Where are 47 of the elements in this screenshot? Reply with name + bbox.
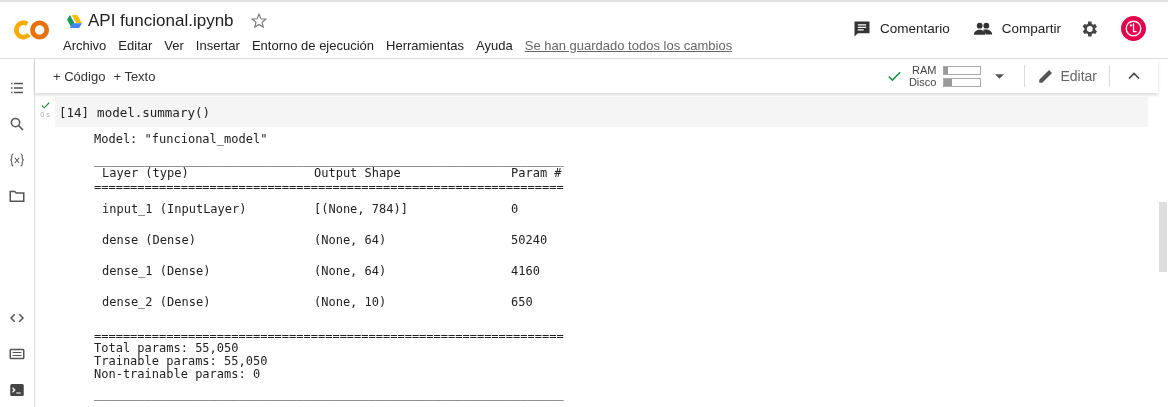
terminal-icon[interactable] (8, 381, 26, 399)
dropdown-icon[interactable] (995, 73, 1005, 79)
save-status-link[interactable]: Se han guardado todos los cambios (524, 38, 733, 53)
table-cell-text: input_1 (InputLayer) (102, 200, 248, 218)
output-line: Non-trainable params: 0 (94, 367, 261, 381)
table-cell-text: (None, 10) (314, 293, 388, 311)
menu-item[interactable]: Ver (164, 38, 184, 53)
scrollbar-thumb[interactable] (1159, 202, 1167, 272)
output-line: Model: "funcional_model" (94, 133, 269, 146)
table-cell-text: 0 (511, 200, 519, 218)
notebook-title[interactable]: API funcional.ipynb (88, 11, 234, 31)
output-rule: ================================================================= (94, 181, 565, 194)
share-button[interactable]: Compartir (971, 16, 1061, 41)
menu-item[interactable]: Entorno de ejecución (251, 38, 375, 53)
execution-count: [14] (59, 104, 90, 120)
add-text-button[interactable]: + Texto (109, 65, 160, 87)
table-cell-text: dense_2 (Dense) (102, 293, 212, 311)
table-cell-text: [(None, 784)] (314, 200, 409, 218)
output-rule: ================================================================= (94, 329, 565, 343)
logo-icon[interactable] (13, 18, 51, 42)
comment-button[interactable]: Comentario (851, 16, 950, 41)
disk-label: Disco (908, 76, 937, 88)
edit-button[interactable]: Editar (1033, 64, 1101, 88)
output-line: Trainable params: 55,050 (94, 354, 269, 368)
menu-item[interactable]: Archivo (63, 38, 107, 53)
output-rule: _________________________________________________________________ (94, 153, 565, 167)
drive-icon (67, 14, 82, 28)
ram-label: RAM (910, 64, 937, 76)
table-cell-text: 50240 (511, 231, 548, 249)
star-icon[interactable] (249, 12, 268, 30)
menu-item[interactable]: Ayuda (476, 38, 513, 53)
search-icon[interactable] (8, 115, 26, 133)
menu-item[interactable]: Editar (118, 38, 153, 53)
output-line: Total params: 55,050 (94, 342, 240, 355)
table-cell-text: 650 (511, 293, 533, 311)
menu-item[interactable]: Herramientas (386, 38, 465, 53)
code-line[interactable]: model.summary() (97, 104, 210, 120)
variables-icon[interactable] (8, 151, 26, 169)
add-code-button[interactable]: + Código (49, 65, 110, 87)
table-cell-text: dense (Dense) (102, 231, 197, 249)
avatar-icon[interactable] (1121, 16, 1146, 41)
output-rule: _________________________________________________________________ (94, 388, 565, 401)
table-cell-text: (None, 64) (314, 262, 388, 280)
table-cell-text: dense_1 (Dense) (102, 262, 212, 280)
table-cell-text: 4160 (511, 262, 540, 280)
table-cell-text: (None, 64) (314, 231, 388, 249)
menu-item[interactable]: Insertar (195, 38, 240, 53)
